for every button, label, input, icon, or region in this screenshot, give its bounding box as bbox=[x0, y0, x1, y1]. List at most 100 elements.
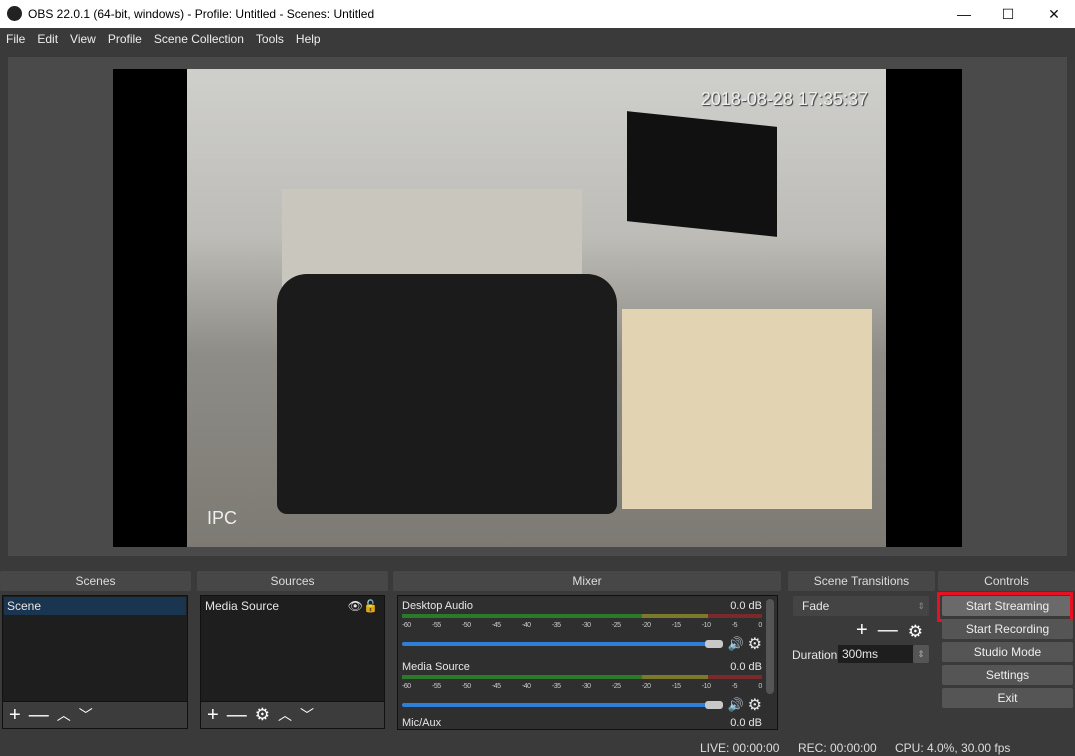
scenes-toolbar: + — ︿ ﹀ bbox=[2, 702, 188, 729]
move-up-button[interactable]: ︿ bbox=[57, 705, 71, 725]
mixer-header: Mixer bbox=[393, 571, 781, 591]
obs-logo-icon bbox=[7, 6, 22, 21]
scale-tick: -35 bbox=[551, 622, 561, 629]
scale-tick: -30 bbox=[581, 683, 591, 690]
title-bar: OBS 22.0.1 (64-bit, windows) - Profile: … bbox=[0, 0, 1075, 28]
scale-tick: -35 bbox=[551, 683, 561, 690]
sources-list[interactable]: Media Source 👁 🔓 bbox=[200, 595, 385, 702]
scale-tick: -50 bbox=[461, 683, 471, 690]
remove-scene-button[interactable]: — bbox=[29, 704, 49, 727]
start-recording-button[interactable]: Start Recording bbox=[942, 619, 1073, 639]
channel-name: Mic/Aux bbox=[402, 717, 442, 729]
menu-help[interactable]: Help bbox=[290, 28, 327, 50]
scale-tick: -15 bbox=[671, 683, 681, 690]
source-up-button[interactable]: ︿ bbox=[278, 705, 292, 725]
channel-gear-icon[interactable]: ⚙ bbox=[748, 634, 762, 654]
speaker-icon[interactable]: 🔊 bbox=[727, 636, 743, 652]
add-transition-button[interactable]: + bbox=[856, 619, 868, 645]
scale-tick: -15 bbox=[671, 622, 681, 629]
scale-tick: -10 bbox=[701, 683, 711, 690]
transition-gear-icon[interactable]: ⚙ bbox=[908, 619, 923, 645]
studio-mode-button[interactable]: Studio Mode bbox=[942, 642, 1073, 662]
scenes-header: Scenes bbox=[0, 571, 191, 591]
window-title: OBS 22.0.1 (64-bit, windows) - Profile: … bbox=[28, 7, 375, 21]
menu-scene-collection[interactable]: Scene Collection bbox=[148, 28, 250, 50]
volume-slider[interactable] bbox=[402, 640, 724, 648]
desk bbox=[622, 309, 872, 509]
remove-transition-button[interactable]: — bbox=[878, 619, 898, 645]
menu-view[interactable]: View bbox=[64, 28, 102, 50]
scale-tick: -45 bbox=[491, 622, 501, 629]
channel-name: Desktop Audio bbox=[402, 600, 473, 612]
scale-tick: -30 bbox=[581, 622, 591, 629]
scale-tick: -25 bbox=[611, 622, 621, 629]
menu-file[interactable]: File bbox=[0, 28, 31, 50]
scale-tick: -40 bbox=[521, 622, 531, 629]
scale-tick: -45 bbox=[491, 683, 501, 690]
scale-tick: -55 bbox=[431, 622, 441, 629]
scale-tick: -60 bbox=[402, 622, 411, 629]
remove-source-button[interactable]: — bbox=[227, 704, 247, 727]
menu-bar: File Edit View Profile Scene Collection Tools… bbox=[0, 28, 1075, 50]
duration-label: Duration bbox=[792, 648, 838, 662]
source-properties-gear-icon[interactable]: ⚙ bbox=[255, 705, 270, 725]
channel-name: Media Source bbox=[402, 661, 470, 673]
add-source-button[interactable]: + bbox=[207, 704, 219, 727]
channel-level: 0.0 dB bbox=[730, 661, 762, 673]
mixer-panel: Desktop Audio 0.0 dB -60 -55 -50 -45 -40 -35 -30… bbox=[397, 595, 778, 730]
sources-toolbar: + — ⚙ ︿ ﹀ bbox=[200, 702, 385, 729]
spinner-icon: ⇕ bbox=[917, 601, 925, 611]
mixer-scrollbar[interactable] bbox=[766, 599, 774, 694]
volume-slider[interactable] bbox=[402, 701, 724, 709]
move-down-button[interactable]: ﹀ bbox=[79, 705, 93, 725]
scale-tick: -20 bbox=[641, 622, 651, 629]
exit-button[interactable]: Exit bbox=[942, 688, 1073, 708]
scale-tick: -50 bbox=[461, 622, 471, 629]
source-item[interactable]: Media Source 👁 🔓 bbox=[202, 597, 383, 615]
duration-input[interactable]: 300ms bbox=[838, 645, 913, 663]
highlight-box bbox=[937, 592, 1073, 622]
controls-header: Controls bbox=[938, 571, 1075, 591]
volume-meter bbox=[402, 675, 762, 683]
maximize-button[interactable]: ☐ bbox=[985, 0, 1031, 28]
close-button[interactable]: ✕ bbox=[1031, 0, 1075, 28]
rec-status: REC: 00:00:00 bbox=[798, 741, 877, 755]
ipc-overlay: IPC bbox=[207, 508, 238, 528]
menu-edit[interactable]: Edit bbox=[31, 28, 64, 50]
scale-tick: -60 bbox=[402, 683, 411, 690]
speaker-icon[interactable]: 🔊 bbox=[727, 697, 743, 713]
minimize-button[interactable]: — bbox=[941, 0, 987, 28]
duration-spinner[interactable]: ⇕ bbox=[913, 645, 929, 663]
transition-value: Fade bbox=[802, 599, 830, 613]
settings-button[interactable]: Settings bbox=[942, 665, 1073, 685]
menu-profile[interactable]: Profile bbox=[102, 28, 148, 50]
scene-item[interactable]: Scene bbox=[4, 597, 186, 615]
monitor bbox=[627, 111, 777, 237]
transition-select[interactable]: Fade ⇕ bbox=[793, 596, 929, 616]
sources-header: Sources bbox=[197, 571, 388, 591]
scale-tick: -5 bbox=[731, 683, 738, 690]
scale-tick: -10 bbox=[701, 622, 711, 629]
timestamp-overlay: 2018-08-28 17:35:37 bbox=[700, 89, 868, 109]
source-down-button[interactable]: ﹀ bbox=[300, 705, 314, 725]
eye-icon[interactable]: 👁 bbox=[348, 597, 363, 615]
source-label: Media Source bbox=[205, 599, 280, 613]
mixer-channel: Desktop Audio 0.0 dB -60 -55 -50 -45 -40 -35 -30… bbox=[402, 600, 762, 654]
scale-tick: 0 bbox=[758, 622, 762, 629]
channel-gear-icon[interactable]: ⚙ bbox=[748, 695, 762, 715]
add-scene-button[interactable]: + bbox=[9, 704, 21, 727]
camera-feed: 2018-08-28 17:35:37 IPC bbox=[187, 69, 886, 547]
meter-scale: -60 -55 -50 -45 -40 -35 -30 -25 -20 -15 -10 -5 0 bbox=[402, 622, 762, 629]
scale-tick: -25 bbox=[611, 683, 621, 690]
cpu-status: CPU: 4.0%, 30.00 fps bbox=[895, 741, 1011, 755]
couch bbox=[277, 274, 617, 514]
transitions-header: Scene Transitions bbox=[788, 571, 935, 591]
menu-tools[interactable]: Tools bbox=[250, 28, 290, 50]
scale-tick: -5 bbox=[731, 622, 738, 629]
volume-meter bbox=[402, 614, 762, 622]
live-status: LIVE: 00:00:00 bbox=[700, 741, 780, 755]
unlock-icon[interactable]: 🔓 bbox=[363, 597, 378, 615]
scenes-list[interactable]: Scene bbox=[2, 595, 188, 702]
transition-toolbar: + — ⚙ bbox=[856, 619, 923, 645]
meter-scale: -60 -55 -50 -45 -40 -35 -30 -25 -20 -15 -10 -5 0 bbox=[402, 683, 762, 690]
